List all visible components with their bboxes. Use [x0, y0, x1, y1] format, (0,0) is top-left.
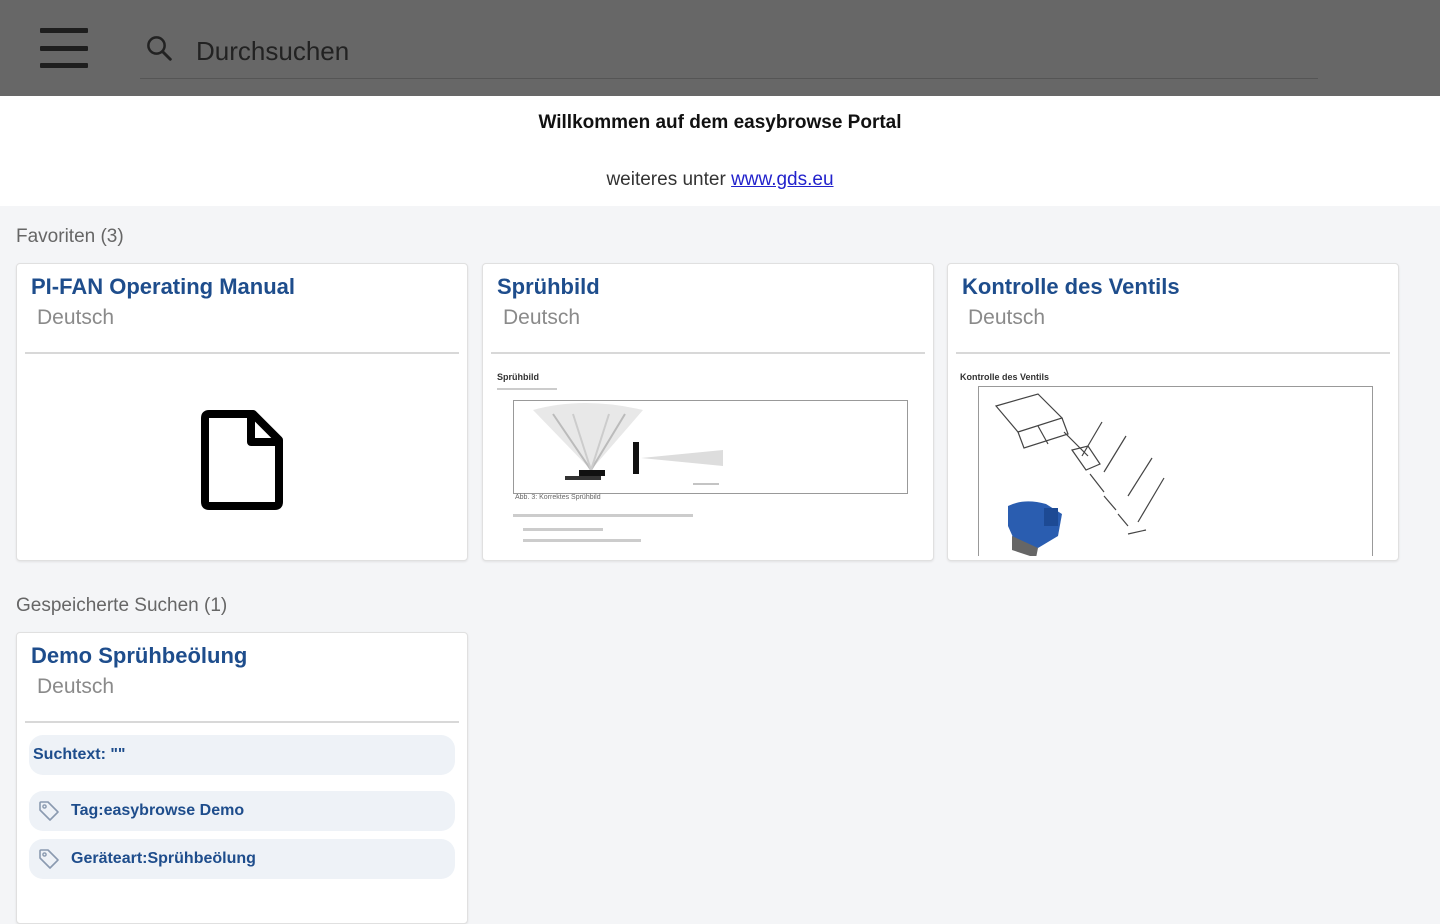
search-bar: [140, 26, 1318, 79]
hamburger-menu-icon[interactable]: [40, 28, 88, 68]
favorite-card-spruehbild[interactable]: Sprühbild Deutsch Sprühbild Abb. 3: Korr…: [482, 263, 934, 561]
tag-icon: [39, 801, 59, 821]
website-link[interactable]: www.gds.eu: [731, 169, 833, 190]
card-thumbnail: [25, 356, 459, 560]
welcome-title: Willkommen auf dem easybrowse Portal: [538, 112, 902, 133]
card-title[interactable]: Kontrolle des Ventils: [962, 274, 1180, 300]
tag-chip-geraeteart[interactable]: Geräteart:Sprühbeölung: [29, 839, 455, 879]
search-input[interactable]: [194, 32, 1298, 70]
card-title[interactable]: Demo Sprühbeölung: [31, 643, 247, 669]
card-divider: [956, 352, 1390, 354]
saved-search-card-demo[interactable]: Demo Sprühbeölung Deutsch Suchtext: "" T…: [16, 632, 468, 924]
card-language: Deutsch: [37, 306, 115, 329]
thumb-heading: Kontrolle des Ventils: [960, 372, 1050, 382]
favorites-heading: Favoriten (3): [16, 226, 124, 247]
search-icon[interactable]: [144, 33, 174, 63]
favorite-card-pi-fan[interactable]: PI-FAN Operating Manual Deutsch: [16, 263, 468, 561]
card-language: Deutsch: [968, 306, 1046, 329]
card-divider: [25, 352, 459, 354]
document-icon: [201, 410, 283, 510]
welcome-panel: Willkommen auf dem easybrowse Portal wei…: [0, 96, 1440, 206]
welcome-more-line: weiteres unter www.gds.eu: [0, 169, 1440, 191]
welcome-more-prefix: weiteres unter: [606, 169, 726, 190]
card-title[interactable]: Sprühbild: [497, 274, 600, 300]
card-language: Deutsch: [37, 675, 115, 698]
card-language: Deutsch: [503, 306, 581, 329]
chip-label: Suchtext: "": [33, 746, 126, 763]
card-thumbnail: Kontrolle des Ventils: [956, 356, 1390, 560]
card-title[interactable]: PI-FAN Operating Manual: [31, 274, 295, 300]
card-divider: [25, 721, 459, 723]
thumb-caption: Abb. 3: Korrektes Sprühbild: [515, 494, 601, 501]
chip-label: Geräteart:Sprühbeölung: [71, 850, 256, 867]
thumb-heading: Sprühbild: [497, 372, 539, 382]
spray-pattern-image: [513, 400, 908, 494]
tag-icon: [39, 849, 59, 869]
favorite-card-kontrolle[interactable]: Kontrolle des Ventils Deutsch Kontrolle …: [947, 263, 1399, 561]
tag-chip-easybrowse-demo[interactable]: Tag:easybrowse Demo: [29, 791, 455, 831]
chip-label: Tag:easybrowse Demo: [71, 802, 245, 819]
card-divider: [491, 352, 925, 354]
valve-diagram-image: [978, 386, 1373, 556]
card-thumbnail: Sprühbild Abb. 3: Korrektes Sprühbild: [491, 356, 925, 560]
top-bar: [0, 0, 1440, 96]
search-text-chip[interactable]: Suchtext: "": [29, 735, 455, 775]
saved-searches-heading: Gespeicherte Suchen (1): [16, 595, 228, 616]
